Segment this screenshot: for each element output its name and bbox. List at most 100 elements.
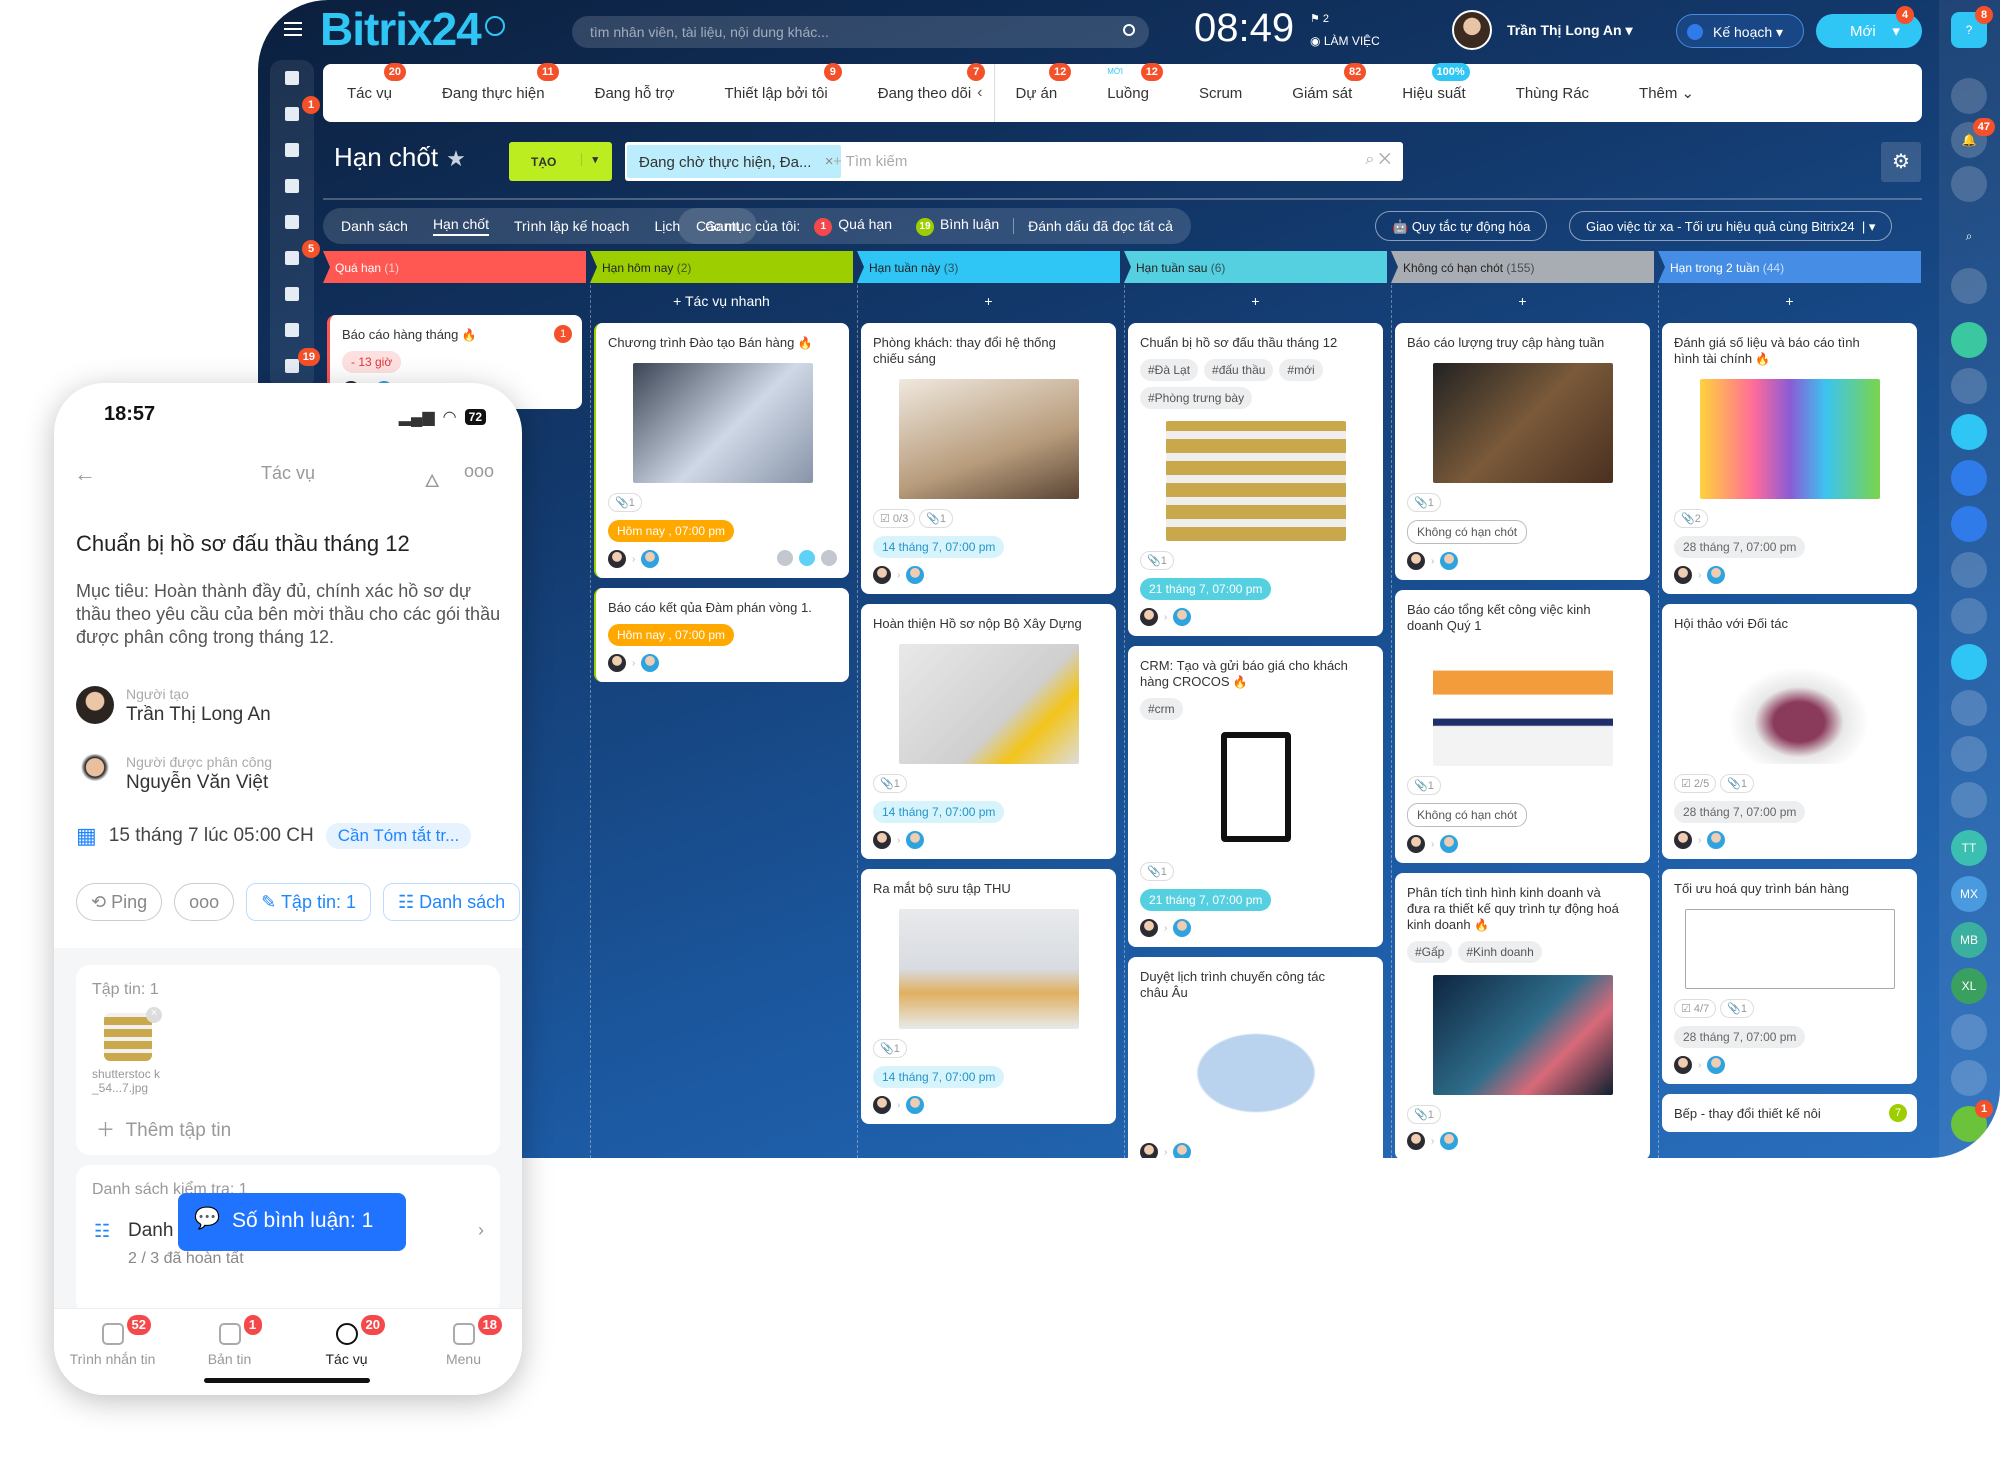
creator-avatar[interactable] (608, 654, 626, 672)
assignee-avatar[interactable] (1440, 552, 1459, 570)
europe-map-image[interactable] (1165, 1013, 1346, 1133)
group-avatar[interactable] (1951, 1014, 1987, 1050)
remove-file-icon[interactable]: × (146, 1007, 162, 1023)
creator-avatar[interactable] (1674, 566, 1692, 584)
avatar[interactable] (1951, 552, 1987, 588)
laptop-analytics-photo[interactable] (632, 363, 813, 483)
more-icon[interactable]: ooo (464, 461, 494, 482)
search-icon[interactable] (1123, 24, 1135, 36)
task-title[interactable]: Báo cáo kết qủa Đàm phán vòng 1. (608, 600, 837, 616)
task-title[interactable]: Tối ưu hoá quy trình bán hàng (1674, 881, 1905, 897)
mute-icon[interactable] (777, 550, 793, 566)
initials-avatar[interactable]: MB (1951, 922, 1987, 958)
view-tab[interactable]: Trình lập kế hoạch (514, 218, 629, 234)
sidebar-item[interactable] (270, 60, 314, 96)
task-card[interactable]: Chuẩn bị hồ sơ đấu thầu tháng 12 #Đà Lạt #… (1128, 323, 1383, 636)
view-tab[interactable]: Danh sách (341, 218, 408, 234)
task-card[interactable]: Phòng khách: thay đổi hệ thống chiếu sán… (861, 323, 1116, 594)
nav-tab[interactable]: Đang hỗ trợ (595, 85, 675, 102)
tag[interactable]: #Phòng trưng bày (1140, 387, 1253, 409)
assignee-avatar[interactable] (1707, 831, 1726, 849)
sidebar-item[interactable] (270, 168, 314, 204)
assignee-avatar[interactable] (906, 1096, 925, 1114)
assignee-row[interactable]: Người được phân công Nguyễn Văn Việt (76, 754, 272, 794)
deadline-pill[interactable]: - 13 giờ (342, 351, 402, 373)
sidebar-item[interactable]: 5 (270, 240, 320, 276)
automation-rules-button[interactable]: 🤖 Quy tắc tự động hóa (1375, 211, 1548, 241)
assignee-avatar[interactable] (906, 831, 925, 849)
nav-tab[interactable]: Tác vụ 20 (347, 62, 407, 102)
deadline-pill[interactable]: 21 tháng 7, 07:00 pm (1140, 578, 1272, 600)
construction-plans-photo[interactable] (898, 644, 1079, 764)
flag-count[interactable]: ⚑ 2 (1310, 12, 1329, 25)
task-title[interactable]: Bếp - thay đổi thiết kế nôi (1674, 1106, 1905, 1122)
column-header[interactable]: Hạn tuần này (3) (857, 251, 1120, 283)
star-icon[interactable]: ★ (446, 146, 466, 171)
creator-avatar[interactable] (873, 566, 891, 584)
column-header[interactable]: Hạn tuần sau (6) (1124, 251, 1387, 283)
sidebar-item[interactable] (270, 312, 314, 348)
overdue-filter[interactable]: 1 Quá hạn (814, 216, 892, 236)
deadline-pill[interactable]: 28 tháng 7, 07:00 pm (1674, 536, 1806, 558)
sidebar-item[interactable]: 19 (270, 348, 320, 384)
avatar[interactable] (1951, 368, 1987, 404)
settings-gear-icon[interactable]: ⚙ (1881, 142, 1921, 182)
task-card[interactable]: Ra mắt bộ sưu tập THU 📎1 14 tháng 7, 07:00… (861, 869, 1116, 1124)
task-card[interactable]: Tối ưu hoá quy trình bán hàng ☑ 4/7 📎1 28 t… (1662, 869, 1917, 1084)
avatar[interactable] (1951, 690, 1987, 726)
assignee-avatar[interactable] (641, 550, 660, 568)
filter-search-field[interactable]: Đang chờ thực hiện, Đa... × + Tìm kiếm ⌕ … (625, 142, 1403, 181)
chat2-icon[interactable] (1951, 414, 1987, 450)
tag[interactable]: #Gấp (1407, 941, 1453, 963)
deadline-pill[interactable]: Không có hạn chót (1407, 803, 1528, 827)
nav-tab[interactable]: Đang theo dõi 7 (878, 62, 986, 102)
more-button[interactable]: ooo (174, 883, 235, 921)
play-icon[interactable] (799, 550, 815, 566)
contact-icon[interactable] (1951, 506, 1987, 542)
flame-icon[interactable]: 🜂 (424, 461, 440, 498)
nav-tab[interactable]: Thùng Rác (1516, 85, 1589, 102)
chat-icon[interactable] (1951, 78, 1987, 114)
bell-icon[interactable]: 🔔 47 (1951, 118, 1995, 158)
quick-add-button[interactable]: + (1124, 283, 1387, 317)
task-card[interactable]: Bếp - thay đổi thiết kế nôi 7 (1662, 1094, 1917, 1132)
task-title[interactable]: Chuẩn bị hồ sơ đấu thầu tháng 12 (1140, 335, 1371, 351)
filter-chip[interactable]: Đang chờ thực hiện, Đa... × (627, 145, 842, 178)
meeting-illustration[interactable] (1699, 644, 1880, 764)
plan-button[interactable]: Kế hoạch ▾ (1676, 14, 1804, 48)
task-title[interactable]: Đánh giá số liệu và báo cáo tình hình tà… (1674, 335, 1905, 367)
creator-avatar[interactable] (1140, 1143, 1158, 1158)
bottom-nav-item[interactable]: Trình nhắn tin 52 (54, 1309, 171, 1395)
assignee-avatar[interactable] (641, 654, 660, 672)
living-room-photo[interactable] (898, 379, 1079, 499)
deadline-pill[interactable]: 21 tháng 7, 07:00 pm (1140, 889, 1272, 911)
menu-icon[interactable] (284, 22, 302, 36)
deadline-pill[interactable]: Không có hạn chót (1407, 520, 1528, 544)
creator-avatar[interactable] (1674, 1056, 1692, 1074)
deadline-pill[interactable]: Hôm nay , 07:00 pm (608, 520, 735, 542)
assignee-avatar[interactable] (1440, 835, 1459, 853)
complete-icon[interactable] (821, 550, 837, 566)
task-card[interactable]: Hội thảo với Đối tác ☑ 2/5 📎1 28 tháng 7, 0… (1662, 604, 1917, 859)
assignee-avatar[interactable] (1173, 608, 1192, 626)
avatar[interactable] (1951, 268, 1987, 304)
sidebar-item[interactable] (270, 276, 314, 312)
column-header[interactable]: Hạn trong 2 tuần (44) (1658, 251, 1921, 283)
task-title[interactable]: Ra mắt bộ sưu tập THU (873, 881, 1104, 897)
chat-panel-icon[interactable]: 1 (1951, 1100, 1993, 1142)
quick-add-button[interactable]: + (1658, 283, 1921, 317)
deadline-pill[interactable]: 28 tháng 7, 07:00 pm (1674, 801, 1806, 823)
nav-tab[interactable]: Giám sát 82 (1292, 62, 1367, 102)
comments-filter[interactable]: 19 Bình luận (915, 216, 999, 236)
furniture-collection-photo[interactable] (898, 909, 1079, 1029)
task-card[interactable]: Báo cáo tổng kết công việc kinh doanh Qu… (1395, 590, 1650, 863)
checklist-button[interactable]: ☷ Danh sách (382, 883, 521, 921)
nav-tab[interactable]: Đang thực hiện 11 (442, 62, 559, 102)
task-card[interactable]: Phân tích tình hình kinh doanh và đưa ra… (1395, 873, 1650, 1158)
quick-add-button[interactable]: + (857, 283, 1120, 317)
task-card[interactable]: Duyệt lịch trình chuyến công tác châu Âu… (1128, 957, 1383, 1158)
assignee-avatar[interactable] (1440, 1132, 1459, 1150)
avatar[interactable] (1951, 598, 1987, 634)
sidebar-item[interactable]: 1 (270, 96, 320, 132)
executive-summary-slide[interactable] (1432, 646, 1613, 766)
